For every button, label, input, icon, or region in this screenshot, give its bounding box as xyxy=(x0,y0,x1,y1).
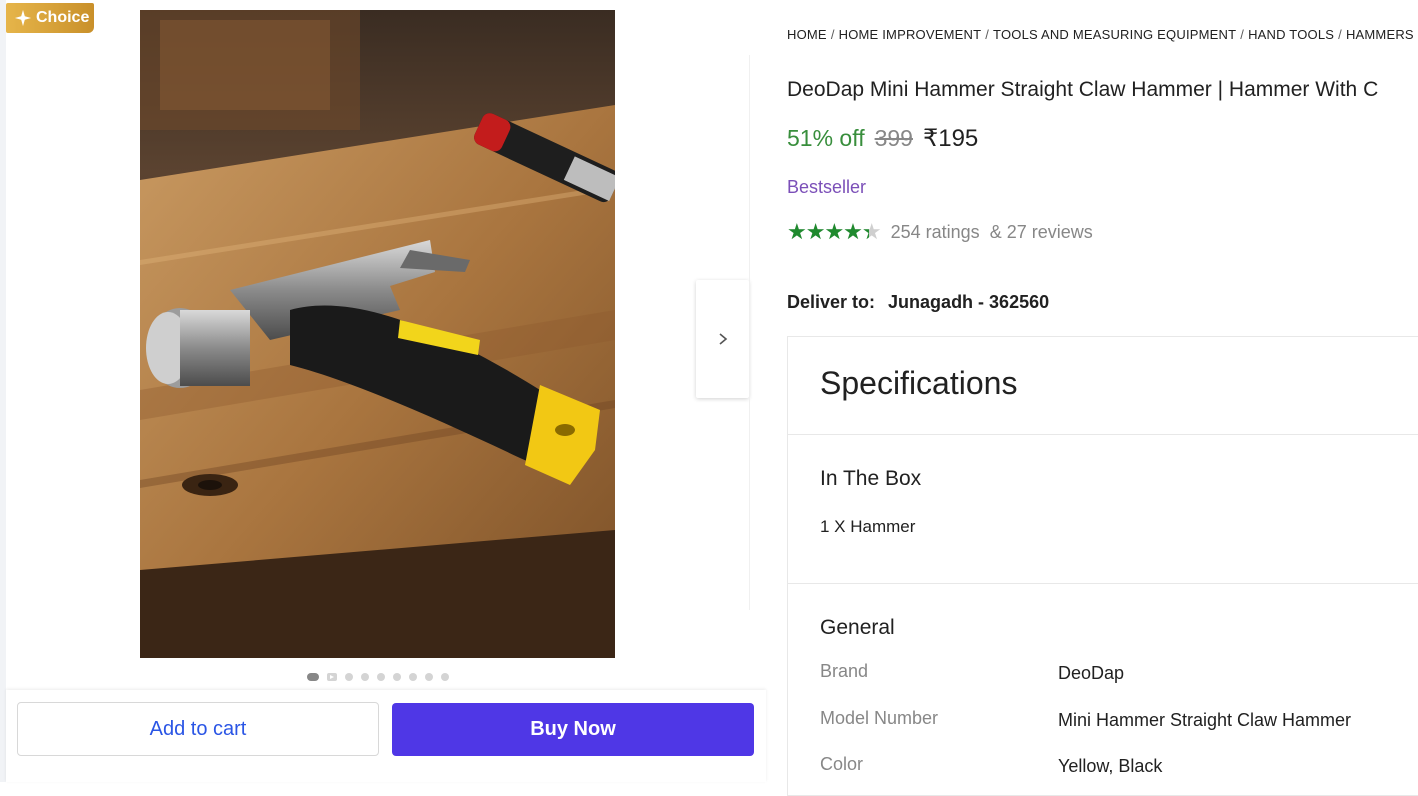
buy-now-button[interactable]: Buy Now xyxy=(392,703,754,756)
spec-value: Yellow, Black xyxy=(1058,756,1163,776)
carousel-dot[interactable] xyxy=(425,673,433,681)
price-row: 51% off 399 ₹195 xyxy=(787,124,978,153)
breadcrumb-separator: / xyxy=(1338,27,1342,42)
specifications-panel: Specifications In The Box 1 X Hammer Gen… xyxy=(787,336,1418,796)
spec-key: Brand xyxy=(820,661,869,681)
original-price: 399 xyxy=(874,125,913,151)
breadcrumb-link[interactable]: HOME xyxy=(787,27,827,42)
breadcrumb-link[interactable]: HAND TOOLS xyxy=(1248,27,1334,42)
in-the-box-title: In The Box xyxy=(820,467,922,490)
add-to-cart-button[interactable]: Add to cart xyxy=(17,702,379,756)
page-edge xyxy=(0,0,6,782)
carousel-dot[interactable] xyxy=(393,673,401,681)
spec-value: Mini Hammer Straight Claw Hammer xyxy=(1058,710,1352,730)
breadcrumb-separator: / xyxy=(985,27,990,42)
next-image-button[interactable] xyxy=(696,280,749,398)
choice-badge-label: Choice xyxy=(36,9,90,26)
delivery-location[interactable]: Deliver to: Junagadh - 362560 xyxy=(787,292,1049,313)
spec-key: Model Number xyxy=(820,708,939,728)
breadcrumb-separator: / xyxy=(1240,27,1245,42)
video-thumbnail-dot[interactable] xyxy=(327,673,337,681)
in-the-box-value: 1 X Hammer xyxy=(820,517,916,536)
action-bar: Add to cart Buy Now xyxy=(6,690,766,782)
carousel-dot[interactable] xyxy=(307,673,319,681)
star-rating: ★★★★★ ★★★★★ xyxy=(787,221,882,243)
bestseller-tag: Bestseller xyxy=(787,177,867,197)
discount-label: 51% off xyxy=(787,125,865,151)
breadcrumb-link[interactable]: TOOLS AND MEASURING EQUIPMENT xyxy=(993,27,1236,42)
selling-price: ₹195 xyxy=(922,125,979,152)
specifications-title: Specifications xyxy=(820,365,1018,401)
carousel-dot[interactable] xyxy=(345,673,353,681)
sparkle-icon xyxy=(14,9,32,27)
carousel-dot[interactable] xyxy=(409,673,417,681)
chevron-right-icon xyxy=(718,333,727,345)
gallery-divider xyxy=(749,55,750,610)
spec-row-brand: Brand DeoDap xyxy=(820,661,1418,691)
deliver-to-label: Deliver to: xyxy=(787,292,876,312)
breadcrumb-link[interactable]: HAMMERS xyxy=(1346,27,1414,42)
breadcrumb: HOME / HOME IMPROVEMENT / TOOLS AND MEASURIN… xyxy=(787,27,1414,42)
product-gallery-panel: Choice Add to cart Buy Now xyxy=(0,0,768,782)
carousel-dot[interactable] xyxy=(377,673,385,681)
product-image[interactable] xyxy=(140,10,615,658)
specifications-divider xyxy=(788,434,1418,435)
reviews-count: & 27 reviews xyxy=(989,221,1093,242)
delivery-pincode: Junagadh - 362560 xyxy=(888,292,1050,312)
ratings-count: 254 ratings xyxy=(890,221,980,242)
choice-badge: Choice xyxy=(6,3,94,33)
section-divider xyxy=(788,583,1418,584)
spec-value: DeoDap xyxy=(1058,663,1125,683)
spec-row-model-number: Model Number Mini Hammer Straight Claw H… xyxy=(820,708,1418,738)
breadcrumb-link[interactable]: HOME IMPROVEMENT xyxy=(839,27,982,42)
carousel-dot[interactable] xyxy=(441,673,449,681)
image-carousel-dots xyxy=(307,673,449,681)
spec-key: Color xyxy=(820,754,864,774)
spec-row-color: Color Yellow, Black xyxy=(820,754,1418,784)
rating-row[interactable]: ★★★★★ ★★★★★ 254 ratings & 27 reviews xyxy=(787,221,1093,243)
product-title: DeoDap Mini Hammer Straight Claw Hammer … xyxy=(787,78,1379,101)
carousel-dot[interactable] xyxy=(361,673,369,681)
breadcrumb-separator: / xyxy=(830,27,835,42)
star-rating-filled: ★★★★★ xyxy=(787,221,869,243)
general-title: General xyxy=(820,616,895,639)
